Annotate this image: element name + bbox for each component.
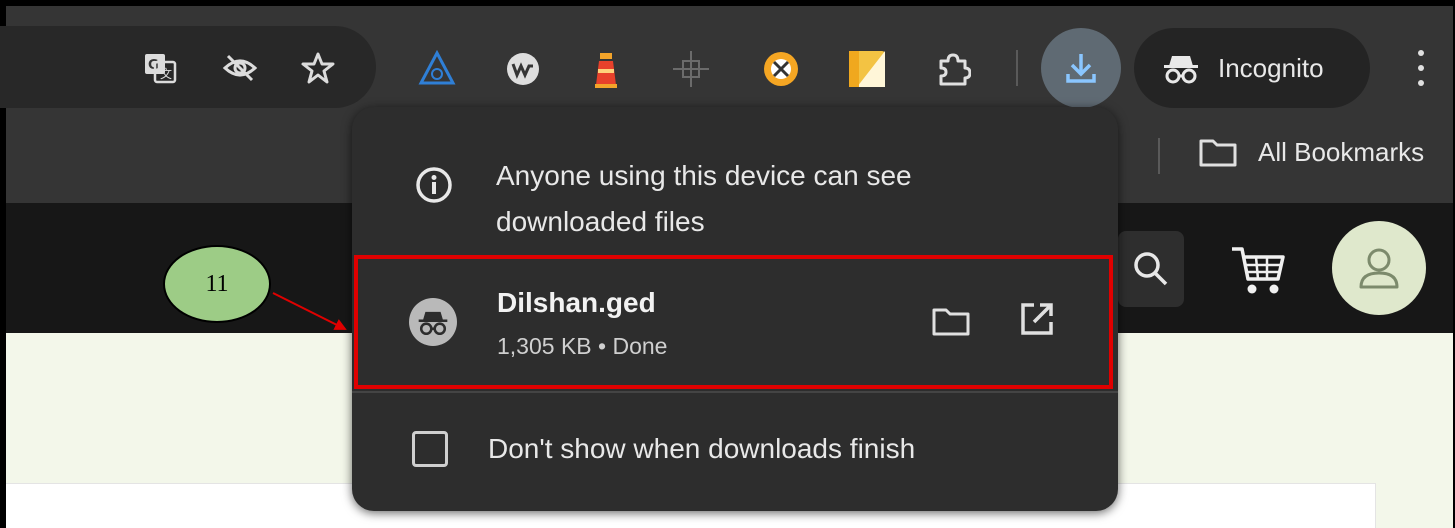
folder-icon: [1199, 139, 1237, 167]
site-search-button[interactable]: [1118, 231, 1184, 307]
dont-show-option[interactable]: Don't show when downloads finish: [352, 399, 1118, 499]
svg-text:G: G: [148, 58, 159, 73]
downloads-button[interactable]: [1041, 28, 1121, 108]
svg-text:文: 文: [160, 66, 172, 81]
puzzle-extensions-icon[interactable]: [930, 46, 976, 92]
lighthouse-extension-icon[interactable]: [583, 46, 629, 92]
incognito-icon: [1164, 56, 1198, 84]
popup-divider: [352, 391, 1118, 393]
user-icon: [1359, 248, 1399, 289]
notice-text: Anyone using this device can see downloa…: [496, 160, 912, 237]
browser-toolbar: G 文 Incognito: [0, 6, 1453, 108]
w-extension-icon[interactable]: [500, 46, 546, 92]
all-bookmarks-button[interactable]: All Bookmarks: [1198, 136, 1424, 168]
crosshair-extension-icon[interactable]: [668, 46, 714, 92]
notes-extension-icon[interactable]: [844, 46, 890, 92]
info-icon: [416, 167, 452, 203]
step-callout: 11: [163, 245, 271, 323]
user-avatar[interactable]: [1332, 221, 1426, 315]
all-bookmarks-label: All Bookmarks: [1258, 136, 1425, 167]
search-icon: [1134, 252, 1168, 286]
triangle-extension-icon[interactable]: [414, 46, 460, 92]
incognito-label: Incognito: [1218, 52, 1324, 83]
browser-menu-button[interactable]: [1406, 46, 1436, 90]
download-item[interactable]: Dilshan.ged 1,305 KB • Done: [357, 257, 1110, 389]
incognito-file-icon: [409, 298, 457, 346]
incognito-notice: Anyone using this device can see downloa…: [352, 107, 1118, 255]
open-external-icon[interactable]: [1013, 295, 1061, 343]
star-icon[interactable]: [298, 48, 338, 88]
bookmarks-separator: [1158, 138, 1160, 174]
step-number: 11: [205, 270, 229, 297]
dont-show-checkbox[interactable]: [412, 431, 448, 467]
incognito-indicator[interactable]: Incognito: [1134, 28, 1370, 108]
downloads-popup: Anyone using this device can see downloa…: [352, 107, 1118, 511]
dont-show-label: Don't show when downloads finish: [488, 433, 916, 464]
orange-extension-icon[interactable]: [758, 46, 804, 92]
tracking-eye-icon[interactable]: [220, 48, 260, 88]
screenshot-frame: G 文 Incognito All Bookmarks Anyone using…: [0, 0, 1455, 528]
download-icon: [1066, 54, 1096, 83]
toolbar-separator: [1016, 50, 1018, 86]
show-in-folder-icon[interactable]: [927, 297, 975, 345]
cart-icon[interactable]: [1228, 243, 1288, 299]
download-status: 1,305 KB • Done: [497, 333, 668, 359]
download-filename: Dilshan.ged: [497, 287, 656, 318]
translate-icon[interactable]: G 文: [140, 48, 180, 88]
